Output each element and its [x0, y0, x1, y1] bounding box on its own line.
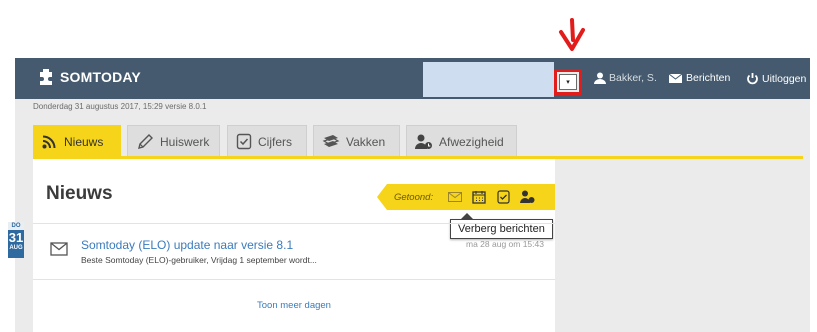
envelope-icon	[50, 242, 68, 256]
logout-label: Uitloggen	[762, 72, 807, 85]
filter-bar: Getoond:	[377, 184, 555, 210]
envelope-icon	[668, 72, 683, 84]
page-title: Nieuws	[46, 183, 113, 204]
pencil-icon	[138, 133, 153, 149]
date-weekday: DO	[8, 222, 24, 230]
annotation-arrow-icon	[559, 18, 585, 51]
tab-cijfers[interactable]: Cijfers	[227, 125, 307, 157]
envelope-icon	[448, 192, 463, 202]
user-menu[interactable]: Bakker, S.	[594, 72, 657, 84]
date-version-text: Donderdag 31 augustus 2017, 15:29 versie…	[33, 102, 207, 111]
user-absent-icon	[415, 134, 432, 149]
tooltip: Verberg berichten	[450, 219, 553, 239]
news-item-snippet: Beste Somtoday (ELO)-gebruiker, Vrijdag …	[81, 255, 317, 265]
divider	[33, 279, 555, 280]
tab-label: Huiswerk	[160, 134, 210, 149]
books-icon	[322, 135, 340, 147]
news-item-date: ma 28 aug om 15:43	[466, 239, 544, 249]
date-marker: DO 31 AUG	[8, 222, 24, 258]
power-icon	[747, 73, 758, 85]
dropdown-toggle-button[interactable]: ▾	[554, 69, 582, 95]
filter-label: Getoond:	[394, 191, 434, 203]
filter-grades-toggle[interactable]	[491, 187, 515, 207]
divider	[33, 223, 555, 224]
logo-text: SOMTODAY	[60, 69, 141, 85]
user-absent-icon	[519, 190, 535, 203]
puzzle-logo-icon	[40, 69, 52, 85]
tab-label: Afwezigheid	[439, 134, 504, 149]
rss-icon	[42, 135, 56, 148]
date-day: 31	[8, 230, 24, 245]
calendar-icon	[472, 191, 486, 204]
news-item-title[interactable]: Somtoday (ELO) update naar versie 8.1	[81, 238, 293, 252]
filter-absence-toggle[interactable]	[515, 187, 539, 207]
somtoday-logo[interactable]: SOMTODAY	[37, 68, 141, 86]
tab-label: Nieuws	[64, 134, 104, 149]
messages-label: Berichten	[686, 72, 731, 84]
user-name: Bakker, S.	[609, 72, 657, 84]
messages-link[interactable]: Berichten	[668, 72, 730, 84]
dropdown-toggle-icon: ▾	[559, 74, 577, 90]
search-input[interactable]	[423, 62, 554, 97]
filter-messages-toggle[interactable]	[443, 187, 467, 207]
tab-nieuws[interactable]: Nieuws	[33, 125, 121, 157]
filter-calendar-toggle[interactable]	[467, 187, 491, 207]
tab-label: Vakken	[346, 134, 386, 149]
show-more-link[interactable]: Toon meer dagen	[33, 300, 555, 311]
logout-link[interactable]: Uitloggen	[746, 72, 806, 85]
tab-afwezigheid[interactable]: Afwezigheid	[406, 125, 517, 157]
check-document-icon	[236, 133, 252, 150]
tab-vakken[interactable]: Vakken	[313, 125, 400, 157]
check-document-icon	[496, 190, 510, 204]
tab-label: Cijfers	[258, 134, 293, 149]
date-month: AUG	[9, 245, 23, 251]
user-icon	[594, 72, 606, 84]
tab-huiswerk[interactable]: Huiswerk	[127, 125, 220, 157]
